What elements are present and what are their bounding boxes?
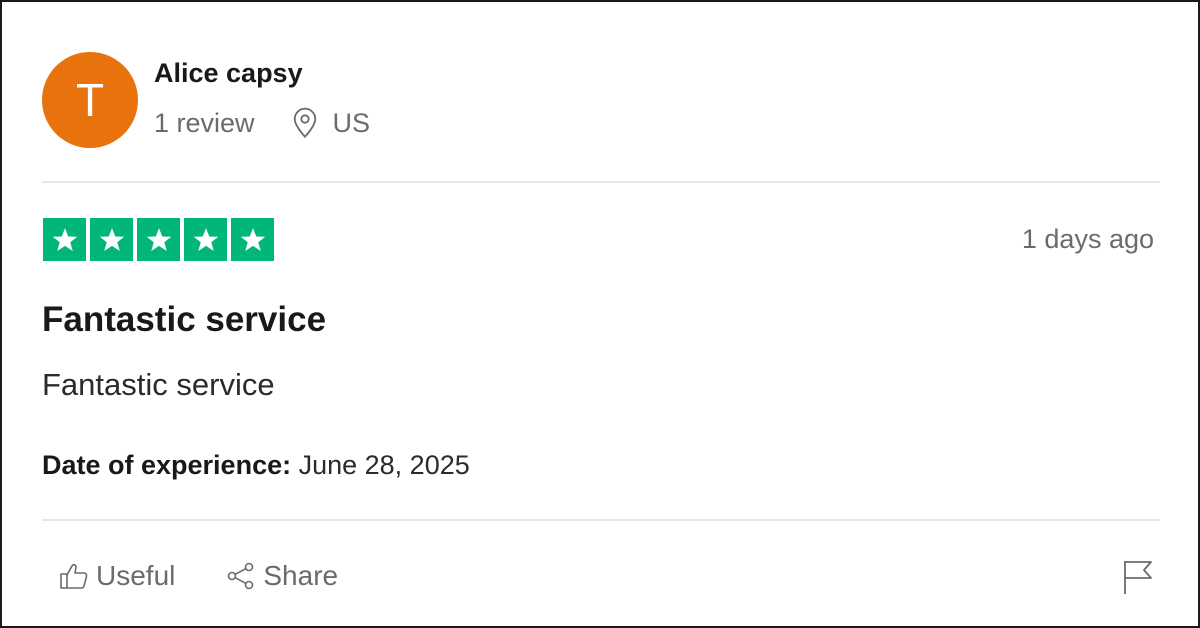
reviewer-meta: 1 review US xyxy=(154,107,370,139)
star-icon xyxy=(137,218,180,261)
date-of-experience: Date of experience: June 28, 2025 xyxy=(42,450,470,481)
footer-divider xyxy=(42,519,1160,521)
review-actions: Useful Share xyxy=(58,560,338,592)
review-time-ago: 1 days ago xyxy=(1021,224,1154,254)
review-count: 1 review xyxy=(154,107,255,138)
star-icon xyxy=(184,218,227,261)
review-body: Fantastic service xyxy=(42,367,275,402)
star-icon xyxy=(90,218,133,261)
star-rating xyxy=(43,218,274,261)
share-button[interactable]: Share xyxy=(225,560,338,592)
experience-date: June 28, 2025 xyxy=(291,450,470,480)
location-pin-icon xyxy=(293,107,316,139)
useful-button[interactable]: Useful xyxy=(58,560,175,592)
useful-label: Useful xyxy=(96,560,176,591)
review-card: T Alice capsy 1 review US 1 days ago Fan… xyxy=(0,0,1200,628)
header-divider xyxy=(42,181,1160,183)
star-icon xyxy=(43,218,86,261)
flag-icon[interactable] xyxy=(1120,558,1156,596)
star-icon xyxy=(231,218,274,261)
share-label: Share xyxy=(263,560,339,591)
avatar: T xyxy=(42,52,138,148)
thumbs-up-icon xyxy=(60,563,88,589)
experience-label: Date of experience: xyxy=(42,450,292,480)
reviewer-name[interactable]: Alice capsy xyxy=(154,58,303,89)
reviewer-country: US xyxy=(332,107,371,138)
share-icon xyxy=(228,562,254,590)
review-title[interactable]: Fantastic service xyxy=(42,300,326,340)
